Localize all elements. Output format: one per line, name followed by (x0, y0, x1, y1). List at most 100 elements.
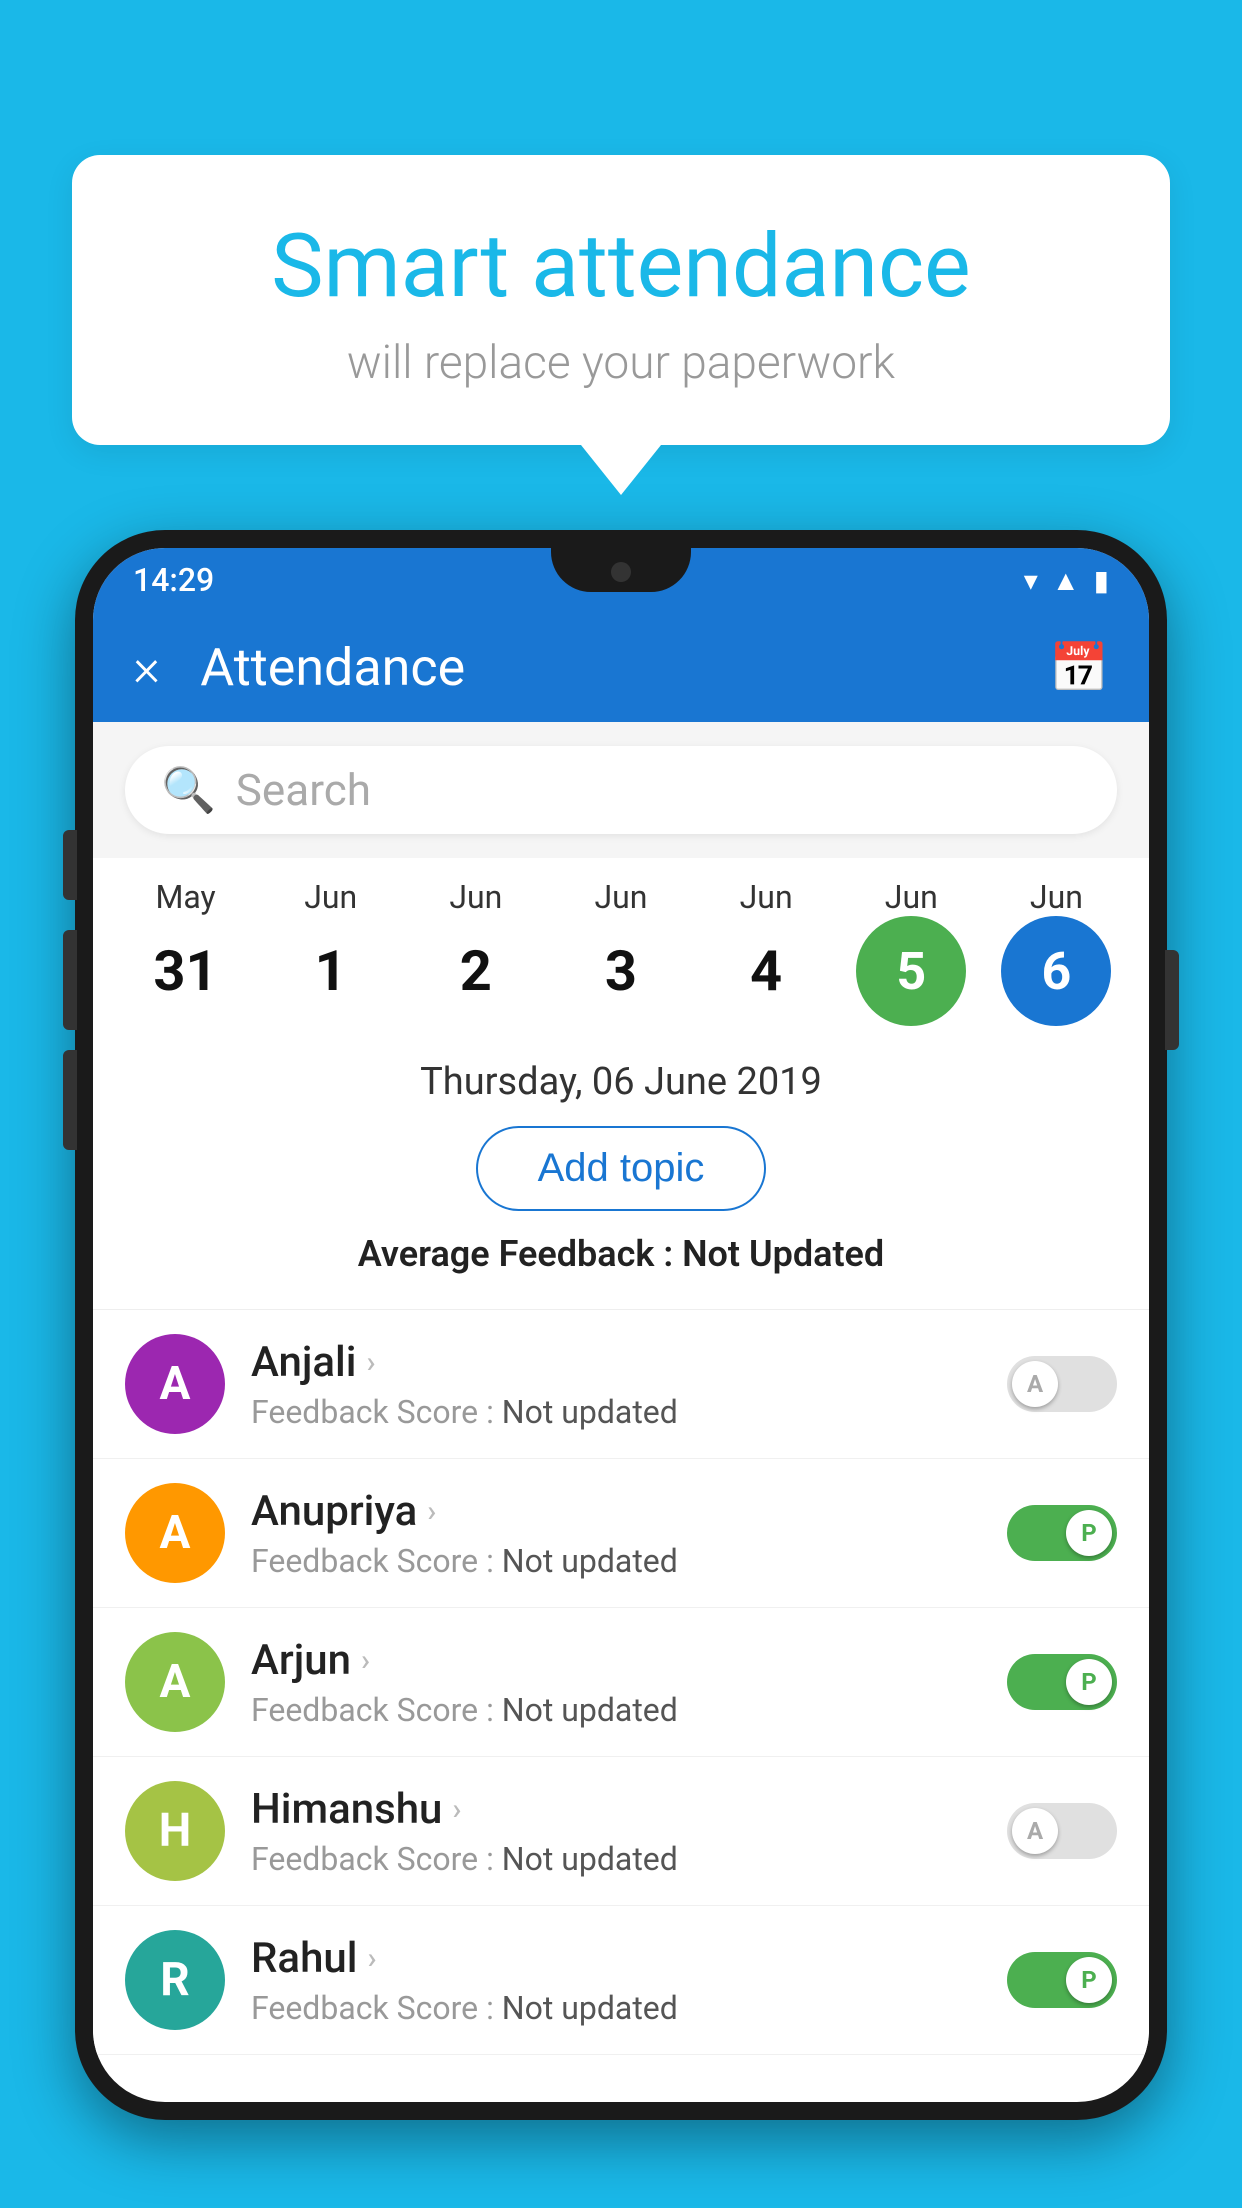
volume-down-button (63, 930, 77, 1030)
date-row: May Jun Jun Jun Jun Jun Jun (93, 878, 1149, 916)
toggle-knob-0: A (1012, 1361, 1058, 1407)
speech-bubble-subtitle: will replace your paperwork (132, 336, 1110, 390)
date-row-days: 31 123456 (93, 916, 1149, 1026)
month-label: Jun (740, 878, 793, 916)
avg-feedback-value: Not Updated (682, 1233, 884, 1275)
app-title: Attendance (200, 637, 1049, 698)
camera-dot (611, 562, 631, 582)
date-col-month-2[interactable]: Jun (406, 878, 546, 916)
feedback-value-2: Not updated (502, 1691, 678, 1729)
student-item-2: A Arjun › Feedback Score : Not updated P (93, 1608, 1149, 1757)
toggle-knob-3: A (1012, 1808, 1058, 1854)
phone-body: 14:29 ▾ ▲ ▮ × Attendance 📅 🔍 Search (75, 530, 1167, 2120)
speech-bubble-container: Smart attendance will replace your paper… (72, 155, 1170, 495)
avatar-arjun: A (125, 1632, 225, 1732)
student-name-1[interactable]: Anupriya › (251, 1487, 981, 1536)
student-info-2: Arjun › Feedback Score : Not updated (251, 1636, 981, 1729)
avatar-himanshu: H (125, 1781, 225, 1881)
date-col-month-6[interactable]: Jun (986, 878, 1126, 916)
student-info-0: Anjali › Feedback Score : Not updated (251, 1338, 981, 1431)
feedback-value-4: Not updated (502, 1989, 678, 2027)
month-label: Jun (449, 878, 502, 916)
day-number: 5 (856, 916, 966, 1026)
student-name-2[interactable]: Arjun › (251, 1636, 981, 1685)
month-label: Jun (595, 878, 648, 916)
date-col-day-1[interactable]: 1 (261, 916, 401, 1026)
date-col-day-4[interactable]: 4 (696, 916, 836, 1026)
chevron-icon: › (366, 1345, 375, 1380)
avg-feedback-label: Average Feedback : (358, 1233, 673, 1275)
avatar-anupriya: A (125, 1483, 225, 1583)
attendance-toggle-3[interactable]: A (1007, 1803, 1117, 1859)
signal-icon: ▲ (1052, 564, 1080, 597)
volume-up-button (63, 830, 77, 900)
status-time: 14:29 (133, 561, 214, 599)
attendance-toggle-1[interactable]: P (1007, 1505, 1117, 1561)
month-label: Jun (885, 878, 938, 916)
phone-screen: 14:29 ▾ ▲ ▮ × Attendance 📅 🔍 Search (93, 548, 1149, 2102)
battery-icon: ▮ (1094, 564, 1109, 597)
status-icons: ▾ ▲ ▮ (1024, 564, 1109, 597)
calendar-icon[interactable]: 📅 (1049, 639, 1109, 696)
date-col-day-6[interactable]: 6 (986, 916, 1126, 1026)
attendance-toggle-2[interactable]: P (1007, 1654, 1117, 1710)
feedback-value-3: Not updated (502, 1840, 678, 1878)
silent-button (63, 1050, 77, 1150)
phone-wrapper: 14:29 ▾ ▲ ▮ × Attendance 📅 🔍 Search (75, 530, 1167, 2208)
feedback-value-1: Not updated (502, 1542, 678, 1580)
avatar-anjali: A (125, 1334, 225, 1434)
student-item-1: A Anupriya › Feedback Score : Not update… (93, 1459, 1149, 1608)
feedback-text-1: Feedback Score : Not updated (251, 1542, 981, 1580)
student-list: A Anjali › Feedback Score : Not updated … (93, 1310, 1149, 2055)
date-col-day-3[interactable]: 3 (551, 916, 691, 1026)
date-col-day-5[interactable]: 5 (841, 916, 981, 1026)
month-label: Jun (1030, 878, 1083, 916)
avg-feedback: Average Feedback : Not Updated (93, 1233, 1149, 1297)
toggle-knob-1: P (1066, 1510, 1112, 1556)
date-col-month-1[interactable]: Jun (261, 878, 401, 916)
app-header: × Attendance 📅 (93, 612, 1149, 722)
feedback-text-3: Feedback Score : Not updated (251, 1840, 981, 1878)
toggle-knob-2: P (1066, 1659, 1112, 1705)
day-number: 31 (131, 916, 241, 1026)
selected-date-section: Thursday, 06 June 2019 Add topic Average… (93, 1036, 1149, 1310)
date-col-month-0[interactable]: May (116, 878, 256, 916)
speech-bubble: Smart attendance will replace your paper… (72, 155, 1170, 445)
student-item-4: R Rahul › Feedback Score : Not updated P (93, 1906, 1149, 2055)
date-strip: May Jun Jun Jun Jun Jun Jun 31 123456 (93, 858, 1149, 1036)
date-col-day-2[interactable]: 2 (406, 916, 546, 1026)
close-button[interactable]: × (133, 637, 160, 698)
student-name-0[interactable]: Anjali › (251, 1338, 981, 1387)
feedback-value-0: Not updated (502, 1393, 678, 1431)
speech-bubble-title: Smart attendance (132, 215, 1110, 318)
day-number: 1 (276, 916, 386, 1026)
date-col-month-3[interactable]: Jun (551, 878, 691, 916)
student-item-0: A Anjali › Feedback Score : Not updated … (93, 1310, 1149, 1459)
chevron-icon: › (367, 1941, 376, 1976)
student-name-3[interactable]: Himanshu › (251, 1785, 981, 1834)
student-info-1: Anupriya › Feedback Score : Not updated (251, 1487, 981, 1580)
month-label: Jun (304, 878, 357, 916)
speech-bubble-tail (581, 445, 661, 495)
attendance-toggle-4[interactable]: P (1007, 1952, 1117, 2008)
day-number: 4 (711, 916, 821, 1026)
attendance-toggle-0[interactable]: A (1007, 1356, 1117, 1412)
wifi-icon: ▾ (1024, 564, 1038, 597)
camera-notch (551, 548, 691, 592)
toggle-knob-4: P (1066, 1957, 1112, 2003)
chevron-icon: › (361, 1643, 370, 1678)
search-bar[interactable]: 🔍 Search (125, 746, 1117, 834)
date-col-day-0[interactable]: 31 (116, 916, 256, 1026)
date-col-month-4[interactable]: Jun (696, 878, 836, 916)
month-label: May (155, 878, 215, 916)
search-input[interactable]: Search (236, 764, 371, 816)
student-name-4[interactable]: Rahul › (251, 1934, 981, 1983)
student-item-3: H Himanshu › Feedback Score : Not update… (93, 1757, 1149, 1906)
chevron-icon: › (427, 1494, 436, 1529)
date-col-month-5[interactable]: Jun (841, 878, 981, 916)
feedback-text-0: Feedback Score : Not updated (251, 1393, 981, 1431)
add-topic-button[interactable]: Add topic (476, 1126, 767, 1211)
day-number: 2 (421, 916, 531, 1026)
avatar-rahul: R (125, 1930, 225, 2030)
chevron-icon: › (452, 1792, 461, 1827)
